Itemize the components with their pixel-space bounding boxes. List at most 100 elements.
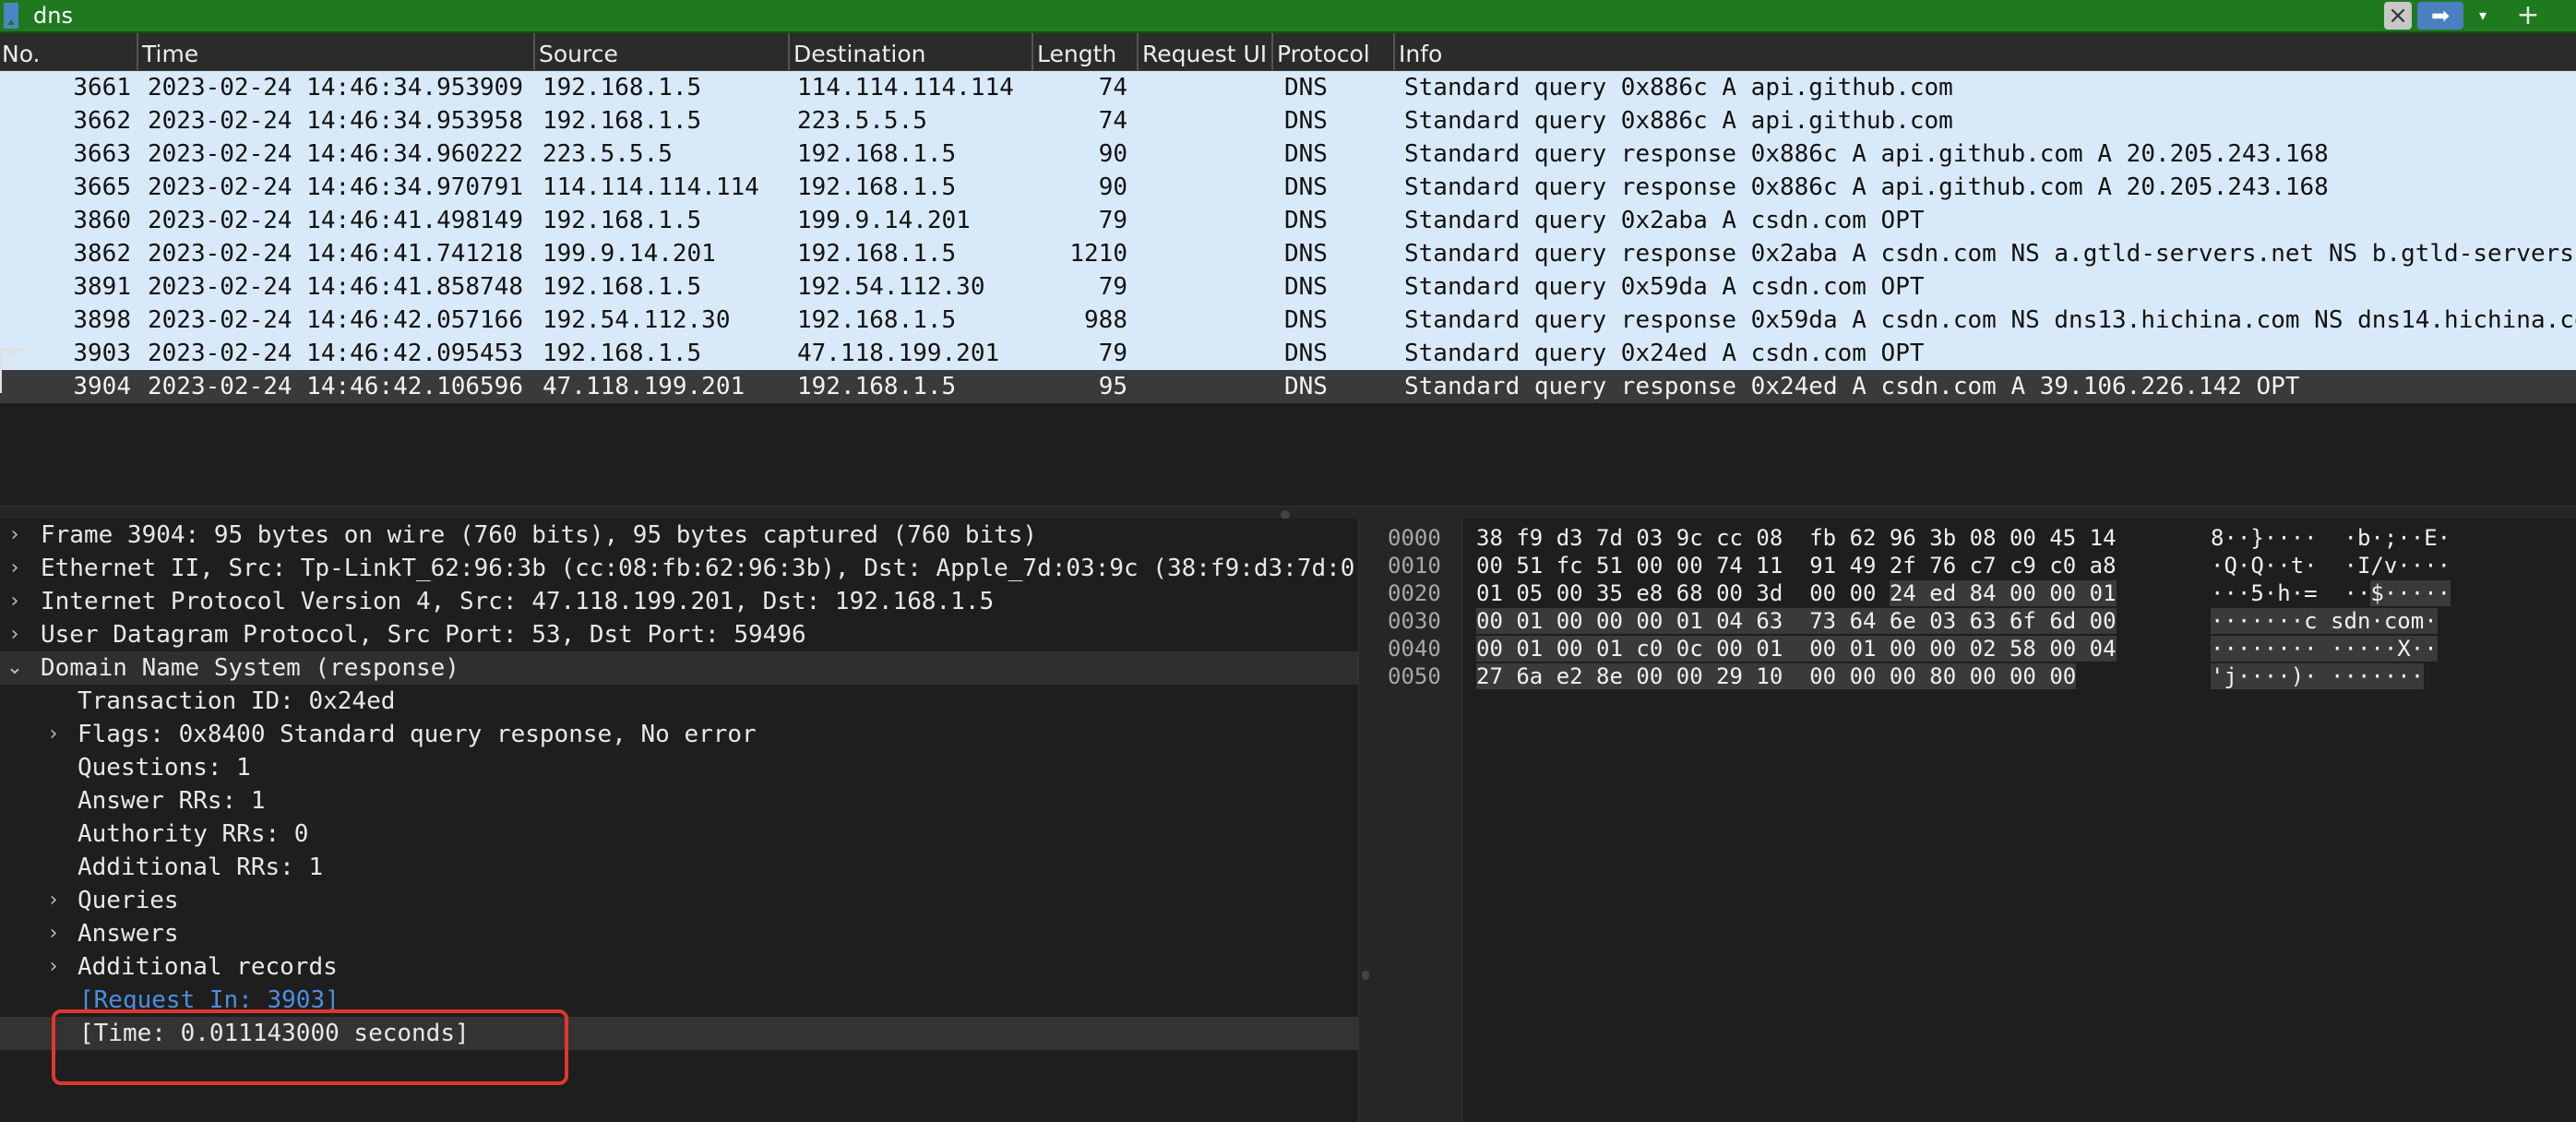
column-header-source[interactable]: Source <box>533 33 788 70</box>
packet-row[interactable]: 3661 2023-02-24 14:46:34.953909 192.168.… <box>0 71 2576 104</box>
column-header-no[interactable]: No. <box>2 33 131 70</box>
tree-item-udp[interactable]: › User Datagram Protocol, Src Port: 53, … <box>0 618 1358 651</box>
packet-list-empty-area <box>0 403 2576 505</box>
hex-bytes-highlighted: 24 ed 84 00 00 01 <box>1889 580 2117 606</box>
tree-item-transaction-id[interactable]: Transaction ID: 0x24ed <box>0 685 1358 718</box>
chevron-right-icon[interactable]: › <box>4 585 26 618</box>
packet-destination: 192.168.1.5 <box>797 373 957 400</box>
tree-item-ip[interactable]: › Internet Protocol Version 4, Src: 47.1… <box>0 585 1358 618</box>
hex-bytes-highlighted: 00 01 00 01 c0 0c 00 01 00 01 00 00 02 5… <box>1476 636 2117 662</box>
packet-info: Standard query 0x59da A csdn.com OPT <box>1404 273 1925 301</box>
packet-protocol: DNS <box>1284 140 1328 168</box>
packet-length: 988 <box>1084 306 1127 334</box>
packet-time: 2023-02-24 14:46:34.953958 <box>148 107 523 135</box>
column-header-request-uri[interactable]: Request UI <box>1137 33 1271 70</box>
tree-item-additional-records[interactable]: › Additional records <box>0 950 1358 984</box>
packet-row[interactable]: 3662 2023-02-24 14:46:34.953958 192.168.… <box>0 104 2576 137</box>
packet-row[interactable]: 3860 2023-02-24 14:46:41.498149 192.168.… <box>0 204 2576 237</box>
packet-destination: 192.168.1.5 <box>797 140 957 168</box>
packet-time: 2023-02-24 14:46:34.953909 <box>148 74 523 101</box>
bookmark-icon[interactable] <box>4 3 18 29</box>
packet-protocol: DNS <box>1284 207 1328 234</box>
tree-item-authority-rrs[interactable]: Authority RRs: 0 <box>0 818 1358 851</box>
column-header-info[interactable]: Info <box>1393 33 2570 70</box>
packet-length: 90 <box>1098 140 1127 168</box>
packet-row[interactable]: 3862 2023-02-24 14:46:41.741218 199.9.14… <box>0 237 2576 270</box>
packet-source: 192.168.1.5 <box>543 74 702 101</box>
tree-item-dns[interactable]: ⌄ Domain Name System (response) <box>0 651 1358 685</box>
tree-item-additional-rrs[interactable]: Additional RRs: 1 <box>0 851 1358 884</box>
packet-length: 95 <box>1098 373 1127 400</box>
chevron-right-icon[interactable]: › <box>4 618 26 651</box>
hex-offset: 0030 <box>1388 608 1441 634</box>
apply-filter-icon[interactable]: ➡ <box>2417 2 2463 30</box>
tree-item-label: Questions: 1 <box>78 754 251 782</box>
display-filter-input[interactable]: dns <box>33 0 73 31</box>
packet-row[interactable]: 3665 2023-02-24 14:46:34.970791 114.114.… <box>0 171 2576 204</box>
tree-item-queries[interactable]: › Queries <box>0 884 1358 917</box>
splitter-grip-icon[interactable] <box>1362 971 1369 980</box>
chevron-right-icon[interactable]: › <box>42 884 65 917</box>
column-header-destination[interactable]: Destination <box>788 33 1035 70</box>
packet-destination: 192.54.112.30 <box>797 273 985 301</box>
packet-time: 2023-02-24 14:46:42.106596 <box>148 373 523 400</box>
column-header-time[interactable]: Time <box>137 33 530 70</box>
packet-row[interactable]: 3891 2023-02-24 14:46:41.858748 192.168.… <box>0 270 2576 304</box>
ascii-line[interactable]: ········ ·····X·· <box>2211 635 2438 662</box>
packet-protocol: DNS <box>1284 74 1328 101</box>
ascii-line[interactable]: 8··}···· ·b·;··E· <box>2211 524 2451 552</box>
tree-item-answer-rrs[interactable]: Answer RRs: 1 <box>0 784 1358 818</box>
chevron-down-icon[interactable]: ⌄ <box>4 651 26 685</box>
packet-source: 114.114.114.114 <box>543 173 759 201</box>
hex-line[interactable]: 38 f9 d3 7d 03 9c cc 08 fb 62 96 3b 08 0… <box>1476 524 2117 552</box>
hex-line[interactable]: 00 01 00 01 c0 0c 00 01 00 01 00 00 02 5… <box>1476 635 2117 662</box>
hex-line[interactable]: 00 51 fc 51 00 00 74 11 91 49 2f 76 c7 c… <box>1476 552 2117 579</box>
tree-item-label: Additional RRs: 1 <box>78 853 324 881</box>
packet-length: 79 <box>1098 340 1127 367</box>
ascii-line[interactable]: ·Q·Q··t· ·I/v···· <box>2211 552 2451 579</box>
chevron-right-icon[interactable]: › <box>42 950 65 984</box>
packet-destination: 223.5.5.5 <box>797 107 927 135</box>
packet-protocol: DNS <box>1284 273 1328 301</box>
chevron-right-icon[interactable]: › <box>42 917 65 950</box>
ascii-line[interactable]: ···5·h·= ··$····· <box>2211 579 2451 607</box>
packet-destination: 192.168.1.5 <box>797 240 957 268</box>
tree-item-label: Flags: 0x8400 Standard query response, N… <box>78 721 757 748</box>
packet-info: Standard query 0x886c A api.github.com <box>1404 107 1953 135</box>
packet-row[interactable]: 3663 2023-02-24 14:46:34.960222 223.5.5.… <box>0 137 2576 171</box>
hex-line[interactable]: 00 01 00 00 00 01 04 63 73 64 6e 03 63 6… <box>1476 607 2117 635</box>
tree-item-frame[interactable]: › Frame 3904: 95 bytes on wire (760 bits… <box>0 519 1358 552</box>
column-header-protocol[interactable]: Protocol <box>1271 33 1393 70</box>
hex-offset: 0050 <box>1388 663 1441 689</box>
packet-row[interactable]: 3898 2023-02-24 14:46:42.057166 192.54.1… <box>0 304 2576 337</box>
chevron-right-icon[interactable]: › <box>4 519 26 552</box>
tree-item-ethernet[interactable]: › Ethernet II, Src: Tp-LinkT_62:96:3b (c… <box>0 552 1358 585</box>
tree-item-flags[interactable]: › Flags: 0x8400 Standard query response,… <box>0 718 1358 751</box>
packet-protocol: DNS <box>1284 340 1328 367</box>
hex-line[interactable]: 27 6a e2 8e 00 00 29 10 00 00 00 80 00 0… <box>1476 662 2077 690</box>
hex-offset: 0020 <box>1388 580 1441 606</box>
tree-item-questions[interactable]: Questions: 1 <box>0 751 1358 784</box>
hex-bytes: 00 51 fc 51 00 00 74 11 91 49 2f 76 c7 c… <box>1476 553 2117 579</box>
hex-bytes: 01 05 00 35 e8 68 00 3d 00 00 <box>1476 580 1890 606</box>
ascii-text: ···5·h·= ·· <box>2211 580 2371 606</box>
packet-time: 2023-02-24 14:46:41.858748 <box>148 273 523 301</box>
filter-history-dropdown-icon[interactable]: ▾ <box>2469 2 2497 30</box>
clear-filter-icon[interactable]: × <box>2384 2 2412 30</box>
packet-source: 192.168.1.5 <box>543 273 702 301</box>
ascii-line[interactable]: 'j····)· ······· <box>2211 662 2425 690</box>
packet-destination: 114.114.114.114 <box>797 74 1014 101</box>
tree-item-label: Additional records <box>78 953 338 981</box>
packet-row-selected[interactable]: 3904 2023-02-24 14:46:42.106596 47.118.1… <box>0 370 2576 403</box>
packet-time: 2023-02-24 14:46:34.960222 <box>148 140 523 168</box>
chevron-right-icon[interactable]: › <box>4 552 26 585</box>
add-filter-button-icon[interactable]: + <box>2510 0 2546 31</box>
packet-length: 90 <box>1098 173 1127 201</box>
hex-line[interactable]: 01 05 00 35 e8 68 00 3d 00 00 24 ed 84 0… <box>1476 579 2117 607</box>
tree-item-answers[interactable]: › Answers <box>0 917 1358 950</box>
packet-row[interactable]: 3903 2023-02-24 14:46:42.095453 192.168.… <box>0 337 2576 370</box>
chevron-right-icon[interactable]: › <box>42 718 65 751</box>
column-header-length[interactable]: Length <box>1032 33 1137 70</box>
ascii-line[interactable]: ·······c sdn·com· <box>2211 607 2438 635</box>
packet-info: Standard query response 0x2aba A csdn.co… <box>1404 240 2574 268</box>
